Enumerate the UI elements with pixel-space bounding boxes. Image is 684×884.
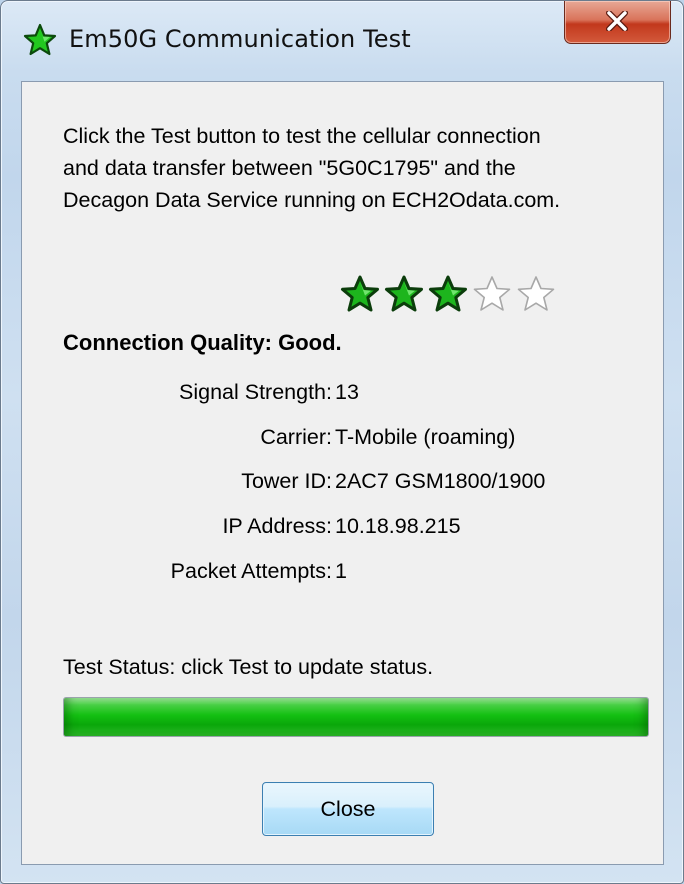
- empty-star-icon: [473, 276, 511, 311]
- close-x-icon: [606, 11, 628, 31]
- filled-star-icon: [429, 275, 467, 312]
- connection-quality-label: Connection Quality: Good.: [63, 330, 342, 355]
- green-star-icon: [23, 23, 57, 56]
- instructions-text: Click the Test button to test the cellul…: [63, 120, 663, 216]
- tower-id-value: 2AC7 GSM1800/1900: [335, 469, 546, 493]
- signal-strength-label: Signal Strength:: [179, 380, 332, 404]
- instructions-line: and data transfer between "5G0C1795" and…: [63, 156, 516, 180]
- test-progress-bar: [63, 697, 649, 737]
- carrier-row: Carrier: T-Mobile (roaming): [22, 425, 662, 457]
- dialog-window: Em50G Communication Test Click the Test …: [0, 0, 684, 884]
- filled-star-icon: [385, 275, 423, 312]
- filled-star-icon: [341, 275, 379, 312]
- instructions-line: Decagon Data Service running on ECH2Odat…: [63, 188, 561, 212]
- ip-address-value: 10.18.98.215: [335, 514, 461, 538]
- packet-attempts-value: 1: [335, 559, 347, 583]
- signal-strength-row: Signal Strength: 13: [22, 380, 662, 412]
- carrier-label: Carrier:: [260, 425, 332, 449]
- empty-star-icon: [517, 276, 555, 311]
- window-title: Em50G Communication Test: [69, 25, 411, 53]
- instructions-line: Click the Test button to test the cellul…: [63, 124, 541, 148]
- connection-quality-stars: [340, 274, 556, 314]
- dialog-content: Click the Test button to test the cellul…: [21, 81, 664, 865]
- title-bar[interactable]: Em50G Communication Test: [1, 1, 683, 81]
- close-button[interactable]: Close: [262, 782, 434, 836]
- signal-strength-value: 13: [335, 380, 359, 404]
- tower-id-label: Tower ID:: [241, 469, 332, 493]
- ip-address-label: IP Address:: [222, 514, 332, 538]
- progress-fill: [64, 698, 648, 736]
- ip-address-row: IP Address: 10.18.98.215: [22, 514, 662, 546]
- window-close-button[interactable]: [564, 1, 671, 44]
- packet-attempts-row: Packet Attempts: 1: [22, 559, 662, 591]
- carrier-value: T-Mobile (roaming): [335, 425, 516, 449]
- packet-attempts-label: Packet Attempts:: [170, 559, 332, 583]
- test-status-text: Test Status: click Test to update status…: [63, 655, 434, 679]
- tower-id-row: Tower ID: 2AC7 GSM1800/1900: [22, 469, 662, 501]
